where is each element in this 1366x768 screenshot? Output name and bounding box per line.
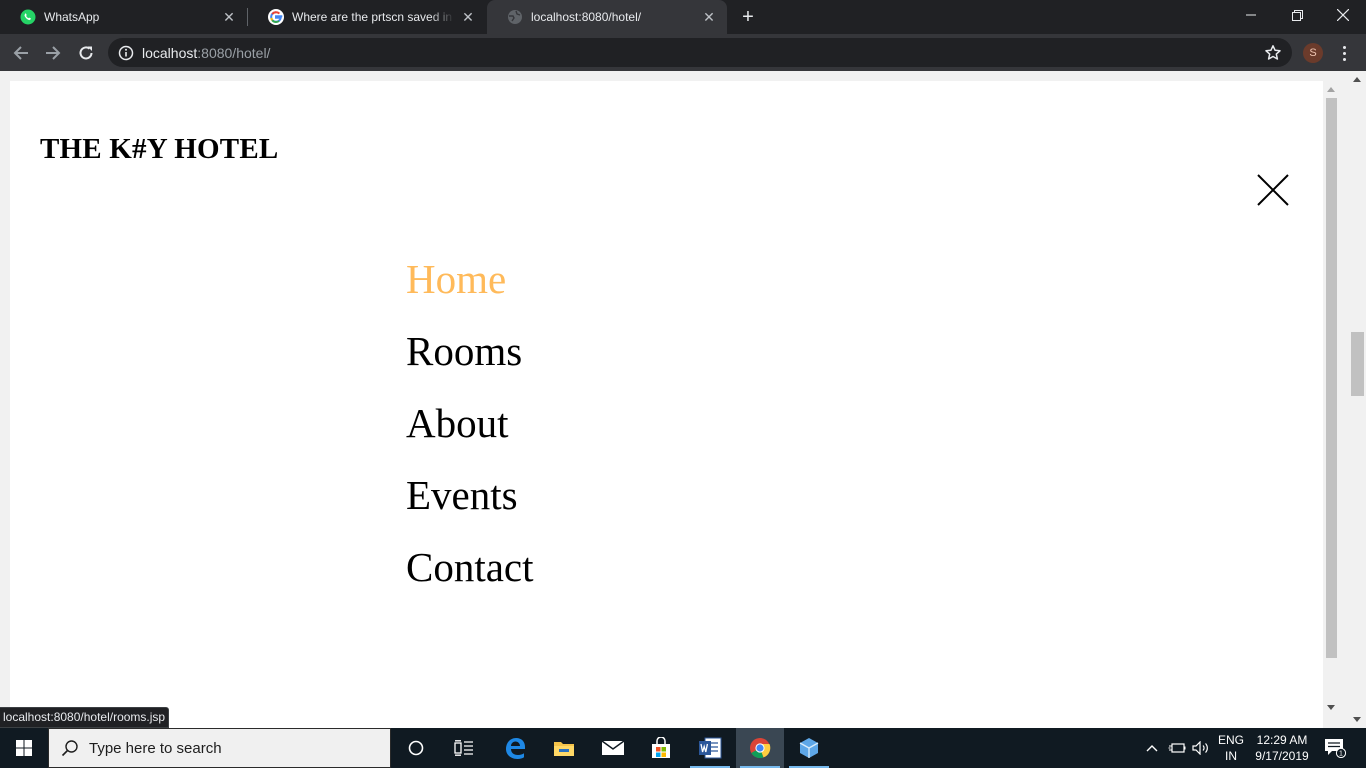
chrome-icon[interactable] xyxy=(736,728,784,768)
reload-icon[interactable] xyxy=(73,40,99,66)
scrollbar-thumb[interactable] xyxy=(1351,332,1364,396)
scroll-up-arrow-icon[interactable] xyxy=(1327,87,1335,92)
clock-date: 9/17/2019 xyxy=(1255,749,1309,763)
page-scrollbar[interactable] xyxy=(1349,71,1366,728)
bookmark-star-icon[interactable] xyxy=(1264,44,1282,62)
task-view-icon[interactable] xyxy=(440,728,488,768)
back-icon[interactable] xyxy=(8,40,34,66)
cortana-icon[interactable] xyxy=(392,728,440,768)
edge-icon[interactable] xyxy=(491,728,539,768)
system-clock[interactable]: 12:29 AM 9/17/2019 xyxy=(1248,732,1316,764)
url-host: localhost xyxy=(142,44,198,61)
browser-toolbar: localhost:8080/hotel/ S xyxy=(0,34,1366,71)
clock-time: 12:29 AM xyxy=(1256,733,1308,747)
language-code: ENG xyxy=(1217,733,1244,747)
close-tab-icon[interactable]: ✕ xyxy=(221,9,237,25)
inner-scrollbar[interactable] xyxy=(1323,81,1340,728)
windows-start-icon[interactable] xyxy=(0,728,48,768)
scrollbar-thumb[interactable] xyxy=(1326,98,1337,658)
menu-item-rooms[interactable]: Rooms xyxy=(406,323,534,395)
file-explorer-icon[interactable] xyxy=(540,728,588,768)
battery-icon[interactable] xyxy=(1164,728,1190,768)
new-tab-icon[interactable]: + xyxy=(738,7,758,27)
word-icon[interactable] xyxy=(686,728,734,768)
menu-item-home[interactable]: Home xyxy=(406,251,534,323)
app-cube-icon[interactable] xyxy=(785,728,833,768)
minimize-icon[interactable] xyxy=(1228,0,1274,30)
store-icon[interactable] xyxy=(637,728,685,768)
whatsapp-icon xyxy=(20,9,36,25)
menu-overlay: THE K#Y HOTEL Home Rooms About Events Co… xyxy=(10,81,1340,728)
main-menu: Home Rooms About Events Contact xyxy=(406,251,534,611)
forward-icon[interactable] xyxy=(40,40,66,66)
address-bar[interactable]: localhost:8080/hotel/ xyxy=(108,38,1292,67)
tab-title: WhatsApp xyxy=(44,10,100,24)
profile-avatar[interactable]: S xyxy=(1303,43,1323,63)
region-code: IN xyxy=(1225,749,1237,763)
search-icon xyxy=(61,739,79,757)
tab-whatsapp[interactable]: WhatsApp ✕ xyxy=(0,0,247,34)
tab-title: Where are the prtscn saved in W xyxy=(292,10,454,24)
more-menu-icon[interactable] xyxy=(1336,43,1352,63)
search-placeholder: Type here to search xyxy=(89,739,222,757)
mail-icon[interactable] xyxy=(589,728,637,768)
close-window-icon[interactable] xyxy=(1320,0,1366,30)
page-viewport: THE K#Y HOTEL Home Rooms About Events Co… xyxy=(0,71,1366,728)
google-icon xyxy=(268,9,284,25)
input-language[interactable]: ENG IN xyxy=(1214,732,1248,764)
link-status-bubble: localhost:8080/hotel/rooms.jsp xyxy=(0,707,170,728)
close-tab-icon[interactable]: ✕ xyxy=(701,9,717,25)
info-icon[interactable] xyxy=(118,45,134,61)
menu-item-events[interactable]: Events xyxy=(406,467,534,539)
scroll-up-arrow-icon[interactable] xyxy=(1353,77,1361,82)
menu-item-contact[interactable]: Contact xyxy=(406,539,534,611)
scroll-down-arrow-icon[interactable] xyxy=(1353,717,1361,722)
menu-item-about[interactable]: About xyxy=(406,395,534,467)
close-menu-icon[interactable] xyxy=(1256,173,1290,207)
scroll-down-arrow-icon[interactable] xyxy=(1327,705,1335,710)
tab-strip: WhatsApp ✕ Where are the prtscn saved in… xyxy=(0,0,1366,34)
notification-count: 1 xyxy=(1339,751,1343,758)
taskbar-search-box[interactable]: Type here to search xyxy=(48,728,391,768)
tab-title: localhost:8080/hotel/ xyxy=(531,10,642,24)
tab-localhost-active[interactable]: localhost:8080/hotel/ ✕ xyxy=(487,0,727,34)
close-tab-icon[interactable]: ✕ xyxy=(460,9,476,25)
windows-taskbar: Type here to search ENG IN 12:29 AM 9/17… xyxy=(0,728,1366,768)
restore-icon[interactable] xyxy=(1274,0,1320,30)
site-logo[interactable]: THE K#Y HOTEL xyxy=(40,133,278,166)
tab-google-search[interactable]: Where are the prtscn saved in W ✕ xyxy=(248,0,486,34)
volume-icon[interactable] xyxy=(1190,728,1212,768)
notifications-icon[interactable]: 1 xyxy=(1320,728,1350,768)
globe-icon xyxy=(507,9,523,25)
show-hidden-icons-chevron-icon[interactable] xyxy=(1140,728,1164,768)
url-path: :8080/hotel/ xyxy=(197,44,271,61)
